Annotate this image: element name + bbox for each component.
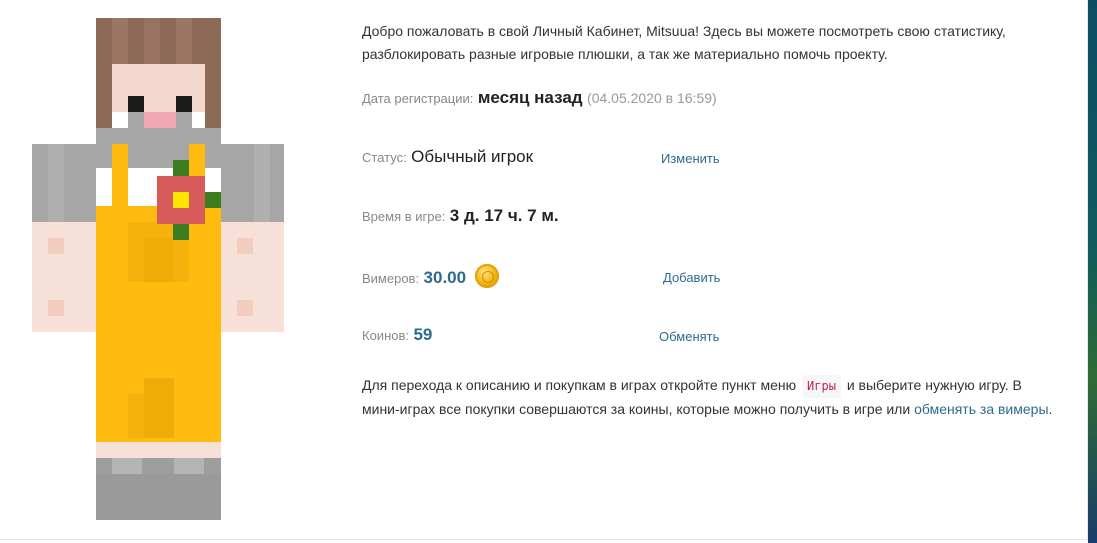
add-vimers-link[interactable]: Добавить (663, 270, 720, 285)
exchange-vimers-link[interactable]: обменять за вимеры (914, 401, 1048, 417)
help-text-start: Для перехода к описанию и покупкам в игр… (362, 377, 797, 393)
welcome-text: Добро пожаловать в свой Личный Кабинет, … (362, 23, 1006, 62)
status-label: Статус: (362, 150, 407, 165)
background-image-strip (1088, 0, 1097, 543)
games-menu-item: Игры (802, 375, 841, 398)
vimers-value: 30.00 (423, 268, 467, 287)
exchange-coins-link[interactable]: Обменять (659, 329, 719, 344)
registration-date: (04.05.2020 в 16:59) (587, 90, 717, 106)
status-value: Обычный игрок (411, 147, 534, 166)
games-help-text: Для перехода к описанию и покупкам в игр… (362, 374, 1062, 421)
playtime-value: 3 д. 17 ч. 7 м. (449, 206, 559, 225)
profile-panel: Добро пожаловать в свой Личный Кабинет, … (0, 0, 1088, 540)
vimers-row: Вимеров: 30.00 (362, 264, 499, 288)
coin-icon (474, 264, 499, 288)
playtime-label: Время в игре: (362, 209, 446, 224)
registration-label: Дата регистрации: (362, 91, 474, 106)
help-text-end: . (1048, 401, 1053, 417)
coins-value: 59 (413, 325, 433, 344)
registration-value: месяц назад (477, 88, 583, 107)
player-skin (32, 18, 284, 520)
coins-label: Коинов: (362, 328, 409, 343)
coins-row: Коинов: 59 (362, 325, 432, 345)
playtime-row: Время в игре: 3 д. 17 ч. 7 м. (362, 206, 559, 226)
registration-row: Дата регистрации: месяц назад (04.05.202… (362, 88, 717, 108)
status-row: Статус: Обычный игрок (362, 147, 533, 167)
vimers-label: Вимеров: (362, 271, 420, 286)
change-status-link[interactable]: Изменить (661, 151, 720, 166)
